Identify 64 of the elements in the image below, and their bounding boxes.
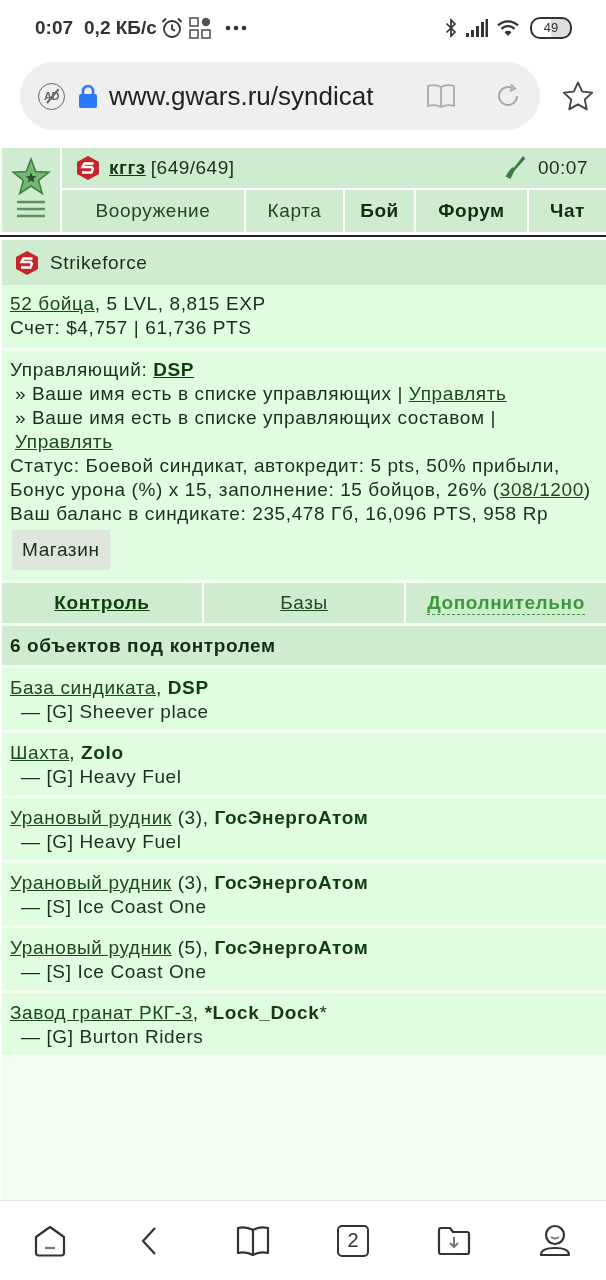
apps-grid-icon xyxy=(188,17,211,39)
manage-link[interactable]: Управлять xyxy=(408,383,507,404)
object-base-text: — [G] Burton Riders xyxy=(20,1025,205,1049)
hexagon-logo-icon xyxy=(14,249,40,276)
object-link[interactable]: Завод гранат РКГ-3 xyxy=(10,1002,193,1023)
tab[interactable]: Базы xyxy=(204,583,404,623)
url-text[interactable]: www.gwars.ru/syndicat xyxy=(109,80,427,112)
object-base-text: — [G] Heavy Fuel xyxy=(20,830,183,854)
object-base-text: — [G] Sheever place xyxy=(20,700,210,724)
object-link[interactable]: Шахта xyxy=(10,742,70,763)
nav-tab[interactable]: Форум xyxy=(416,190,527,232)
syndicate-name: Strikeforce xyxy=(50,250,148,275)
syndicate-stats: 52 бойца, 5 LVL, 8,815 EXP xyxy=(10,292,267,316)
object-link[interactable]: Урановый рудник xyxy=(10,872,172,893)
status-text: Статус: Боевой синдикат, автокредит: 5 pts, 50% прибыли, Бонус урона (%) x 15, заполнение: 15 бойцов, 26% (308/1200) xyxy=(10,454,592,502)
network-speed: 0,2 КБ/с xyxy=(84,17,157,39)
status-time: 0:07 xyxy=(35,17,74,39)
wifi-icon xyxy=(497,19,519,37)
manager-note: » Ваше имя есть в списке управляющих | Управлять xyxy=(14,382,508,406)
fill-link[interactable]: 308/1200 xyxy=(499,479,584,500)
nav-tab[interactable]: Вооружение xyxy=(62,190,244,232)
object-title: Завод гранат РКГ-3, *Lock_Dock* xyxy=(10,1001,329,1025)
nav-tab[interactable]: Бой xyxy=(345,190,414,232)
star-logo-icon[interactable] xyxy=(11,157,51,197)
battery-indicator: 49 xyxy=(530,17,572,39)
object-link[interactable]: База синдиката xyxy=(10,677,157,698)
lock-icon xyxy=(79,84,97,108)
object-title: Урановый рудник (3), ГосЭнергоАтом xyxy=(10,806,370,830)
manage-link[interactable]: Управлять xyxy=(15,431,113,452)
shop-button[interactable]: Магазин xyxy=(12,530,110,570)
alarm-clock-icon xyxy=(160,17,183,39)
nav-tab[interactable]: Чат xyxy=(529,190,606,232)
object-link[interactable]: Урановый рудник xyxy=(10,937,172,958)
object-title: Шахта, Zolo xyxy=(10,741,125,765)
tabs-button[interactable]: 2 xyxy=(337,1224,370,1257)
object-base-text: — [S] Ice Coast One xyxy=(20,895,208,919)
object-base-text: — [S] Ice Coast One xyxy=(20,960,208,984)
more-icon xyxy=(224,25,247,31)
object-link[interactable]: Урановый рудник xyxy=(10,807,172,828)
clock-text: 00:07 xyxy=(537,157,588,179)
hexagon-logo-icon xyxy=(75,155,101,181)
object-title: Урановый рудник (5), ГосЭнергоАтом xyxy=(10,936,370,960)
bookmark-star-icon[interactable] xyxy=(562,81,594,111)
signal-icon xyxy=(466,19,488,37)
nav-tab[interactable]: Карта xyxy=(246,190,343,232)
object-base-text: — [G] Heavy Fuel xyxy=(20,765,183,789)
bluetooth-icon xyxy=(445,18,457,38)
book-icon[interactable] xyxy=(235,1223,270,1258)
rifle-icon xyxy=(503,155,526,181)
home-icon[interactable] xyxy=(33,1223,67,1258)
object-title: Урановый рудник (3), ГосЭнергоАтом xyxy=(10,871,370,895)
username-link[interactable]: кггз xyxy=(109,157,146,179)
fighters-link[interactable]: 52 бойца xyxy=(10,293,95,314)
menu-icon[interactable] xyxy=(17,200,45,218)
tab[interactable]: Контроль xyxy=(2,583,202,623)
objects-heading: 6 объектов под контролем xyxy=(2,626,606,665)
health-text: [649/649] xyxy=(150,157,235,179)
manager-text: Управляющий: DSP xyxy=(10,358,195,382)
manager-link[interactable]: DSP xyxy=(153,359,194,380)
profile-icon[interactable] xyxy=(537,1223,572,1258)
object-title: База синдиката, DSP xyxy=(10,676,210,700)
balance-text: Ваш баланс в синдикате: 235,478 Гб, 16,096 PTS, 958 Rp xyxy=(10,502,550,526)
account-text: Счет: $4,757 | 61,736 PTS xyxy=(10,316,253,340)
manager-note: » Ваше имя есть в списке управляющих составом | Управлять xyxy=(14,406,497,454)
